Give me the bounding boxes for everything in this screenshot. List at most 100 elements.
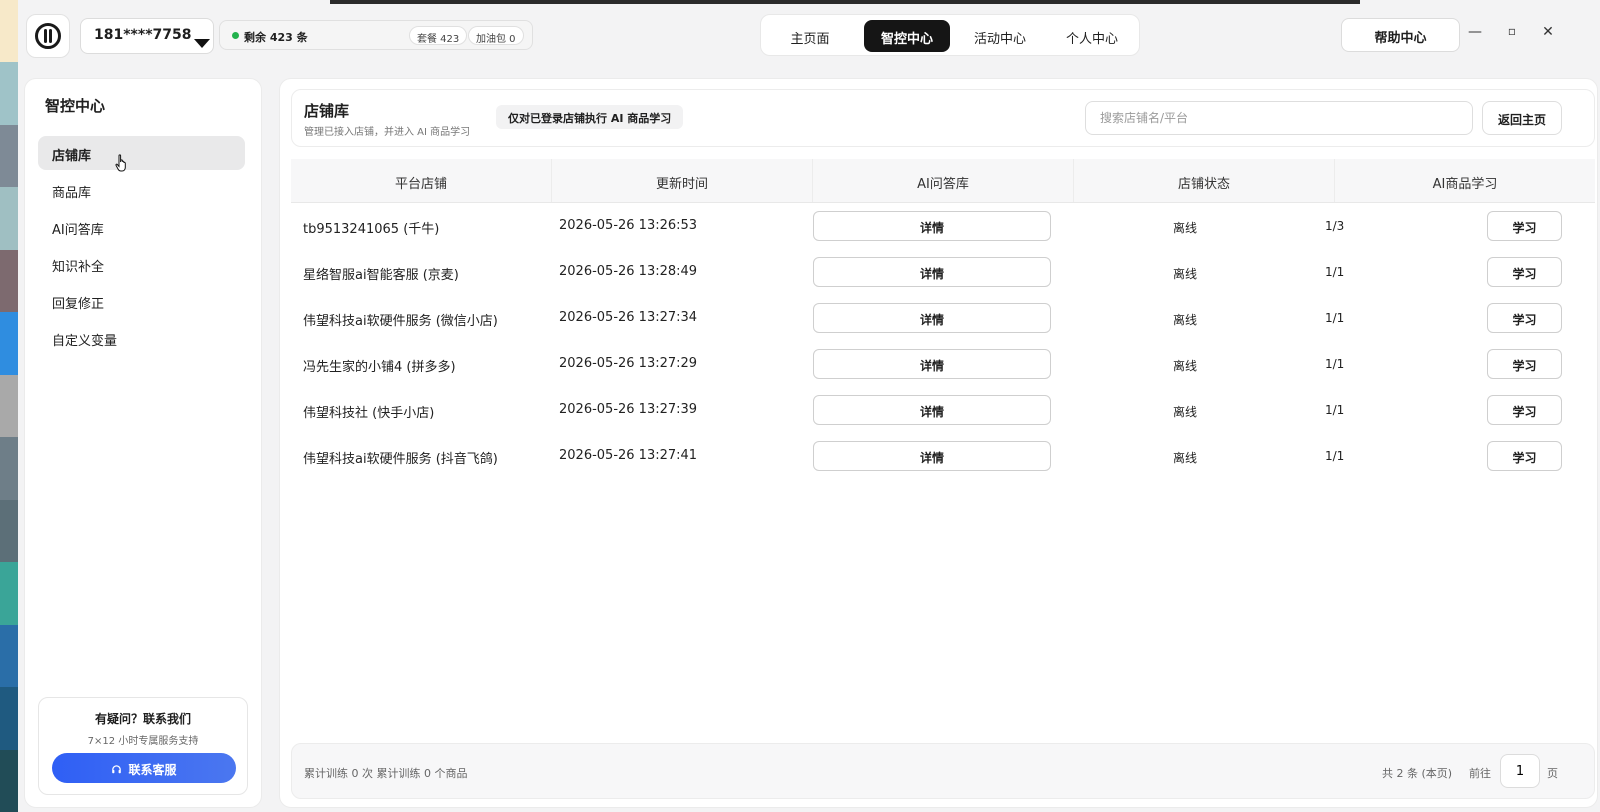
page-suffix: 页 [1547, 767, 1558, 780]
sidebar-item-shop-library[interactable]: 店铺库 [38, 136, 245, 170]
strip-segment [0, 562, 18, 625]
main-panel: 店铺库 管理已接入店铺，并进入 AI 商品学习 仅对已登录店铺执行 AI 商品学… [279, 78, 1598, 808]
column-header-ai-qa: AI问答库 [813, 159, 1074, 202]
tab-home[interactable]: 主页面 [769, 20, 851, 52]
learning-progress: 1/3 [1325, 219, 1345, 233]
update-time: 2026-05-26 13:27:29 [559, 356, 698, 371]
table-row: 伟望科技社 (快手小店) 2026-05-26 13:27:39 详情 离线 1/1 学习 [291, 387, 1595, 433]
headset-icon [112, 765, 122, 774]
learning-progress: 1/1 [1325, 403, 1345, 417]
tab-personal-center[interactable]: 个人中心 [1051, 20, 1133, 52]
learn-button[interactable]: 学习 [1487, 441, 1562, 471]
shop-table: 平台店铺 更新时间 AI问答库 店铺状态 AI商品学习 tb9513241065… [291, 159, 1595, 479]
app-header: 181****7758 剩余 423 条 套餐 423 加油包 0 主页面 智控… [18, 4, 1600, 66]
column-header-status: 店铺状态 [1074, 159, 1335, 202]
strip-segment [0, 62, 18, 125]
detail-button[interactable]: 详情 [813, 211, 1051, 241]
update-time: 2026-05-26 13:26:53 [559, 218, 698, 233]
detail-button[interactable]: 详情 [813, 257, 1051, 287]
sidebar-item-product-library[interactable]: 商品库 [38, 173, 245, 207]
tab-activity-center[interactable]: 活动中心 [959, 20, 1041, 52]
update-time: 2026-05-26 13:27:41 [559, 448, 698, 463]
learn-button[interactable]: 学习 [1487, 395, 1562, 425]
detail-button[interactable]: 详情 [813, 303, 1051, 333]
close-icon[interactable]: ✕ [1538, 24, 1558, 40]
desktop-color-strip [0, 0, 18, 812]
shop-status: 离线 [1172, 359, 1197, 373]
learn-button[interactable]: 学习 [1487, 257, 1562, 287]
strip-segment [0, 437, 18, 500]
help-center-button[interactable]: 帮助中心 [1341, 18, 1460, 52]
sidebar: 智控中心 店铺库 商品库 AI问答库 知识补全 回复修正 自定义变量 有疑问？联… [24, 78, 262, 808]
shop-search-input[interactable] [1085, 101, 1473, 135]
tab-smart-center[interactable]: 智控中心 [864, 20, 950, 52]
table-header: 平台店铺 更新时间 AI问答库 店铺状态 AI商品学习 [291, 159, 1595, 203]
minimize-icon[interactable]: — [1465, 24, 1485, 40]
learning-progress: 1/1 [1325, 449, 1345, 463]
contact-button-label: 联系客服 [128, 763, 177, 777]
detail-button[interactable]: 详情 [813, 395, 1051, 425]
table-row: 伟望科技ai软硬件服务 (抖音飞鸽) 2026-05-26 13:27:41 详情 离… [291, 433, 1595, 479]
brand-logo-icon[interactable] [26, 14, 70, 58]
strip-segment [0, 249, 18, 313]
strip-segment [0, 374, 18, 438]
shop-status: 离线 [1172, 451, 1197, 465]
detail-button[interactable]: 详情 [813, 349, 1051, 379]
shop-status: 离线 [1172, 405, 1197, 419]
update-time: 2026-05-26 13:28:49 [559, 264, 698, 279]
strip-segment [0, 0, 18, 63]
status-dot-icon [232, 32, 239, 39]
sidebar-item-reply-correction[interactable]: 回复修正 [38, 284, 245, 318]
column-header-updated: 更新时间 [552, 159, 813, 202]
sidebar-title: 智控中心 [45, 97, 106, 115]
update-time: 2026-05-26 13:27:39 [559, 402, 698, 417]
table-row: tb9513241065 (千牛) 2026-05-26 13:26:53 详情 离线… [291, 203, 1595, 249]
shop-name: 伟望科技ai软硬件服务 (抖音飞鸽) [303, 452, 498, 467]
table-row: 冯先生家的小铺4 (拼多多) 2026-05-26 13:27:29 详情 离线 1/1… [291, 341, 1595, 387]
learning-progress: 1/1 [1325, 357, 1345, 371]
main-nav: 主页面 智控中心 活动中心 个人中心 [760, 14, 1140, 56]
notice-badge: 仅对已登录店铺执行 AI 商品学习 [496, 105, 684, 129]
shop-name: tb9513241065 (千牛) [303, 222, 440, 237]
sidebar-item-custom-variables[interactable]: 自定义变量 [38, 321, 245, 355]
strip-segment [0, 499, 18, 563]
shop-name: 伟望科技ai软硬件服务 (微信小店) [303, 314, 498, 329]
shop-status: 离线 [1172, 313, 1197, 327]
package-chip: 套餐 423 [409, 26, 468, 45]
learning-progress: 1/1 [1325, 311, 1345, 325]
strip-segment [0, 187, 18, 250]
shop-status: 离线 [1172, 267, 1197, 281]
strip-segment [0, 312, 18, 375]
shop-name: 冯先生家的小铺4 (拼多多) [303, 360, 456, 375]
sidebar-item-knowledge-completion[interactable]: 知识补全 [38, 247, 245, 281]
detail-button[interactable]: 详情 [813, 441, 1051, 471]
shop-name: 星络智服ai智能客服 (京麦) [303, 268, 459, 283]
addon-chip: 加油包 0 [468, 26, 524, 45]
learn-button[interactable]: 学习 [1487, 349, 1562, 379]
back-home-button[interactable]: 返回主页 [1482, 101, 1562, 135]
contact-card: 有疑问？联系我们 7×12 小时专属服务支持 联系客服 [38, 697, 248, 795]
total-count: 共 2 条 (本页) [1382, 767, 1453, 780]
table-body: tb9513241065 (千牛) 2026-05-26 13:26:53 详情 离线… [291, 203, 1595, 479]
page-header: 店铺库 管理已接入店铺，并进入 AI 商品学习 仅对已登录店铺执行 AI 商品学… [291, 89, 1595, 147]
learn-button[interactable]: 学习 [1487, 303, 1562, 333]
account-selector[interactable]: 181****7758 [80, 18, 214, 54]
chevron-down-icon[interactable] [194, 39, 210, 48]
contact-title: 有疑问？联系我们 [94, 712, 191, 726]
page-title: 店铺库 [304, 102, 350, 120]
maximize-icon[interactable]: ▫ [1502, 24, 1522, 38]
quota-bar: 剩余 423 条 套餐 423 加油包 0 [219, 20, 533, 50]
shop-status: 离线 [1172, 221, 1197, 235]
strip-segment [0, 124, 18, 188]
page-number-input[interactable] [1500, 754, 1540, 788]
hand-cursor-icon [115, 154, 126, 172]
contact-support-button[interactable]: 联系客服 [52, 753, 236, 783]
training-stats: 累计训练 0 次 累计训练 0 个商品 [304, 767, 468, 780]
table-row: 星络智服ai智能客服 (京麦) 2026-05-26 13:28:49 详情 离线 1/… [291, 249, 1595, 295]
sidebar-item-ai-qa-library[interactable]: AI问答库 [38, 210, 245, 244]
contact-subtitle: 7×12 小时专属服务支持 [87, 736, 199, 747]
learn-button[interactable]: 学习 [1487, 211, 1562, 241]
column-header-shop: 平台店铺 [291, 159, 552, 202]
table-row: 伟望科技ai软硬件服务 (微信小店) 2026-05-26 13:27:34 详情 离… [291, 295, 1595, 341]
page-subtitle: 管理已接入店铺，并进入 AI 商品学习 [304, 127, 471, 138]
